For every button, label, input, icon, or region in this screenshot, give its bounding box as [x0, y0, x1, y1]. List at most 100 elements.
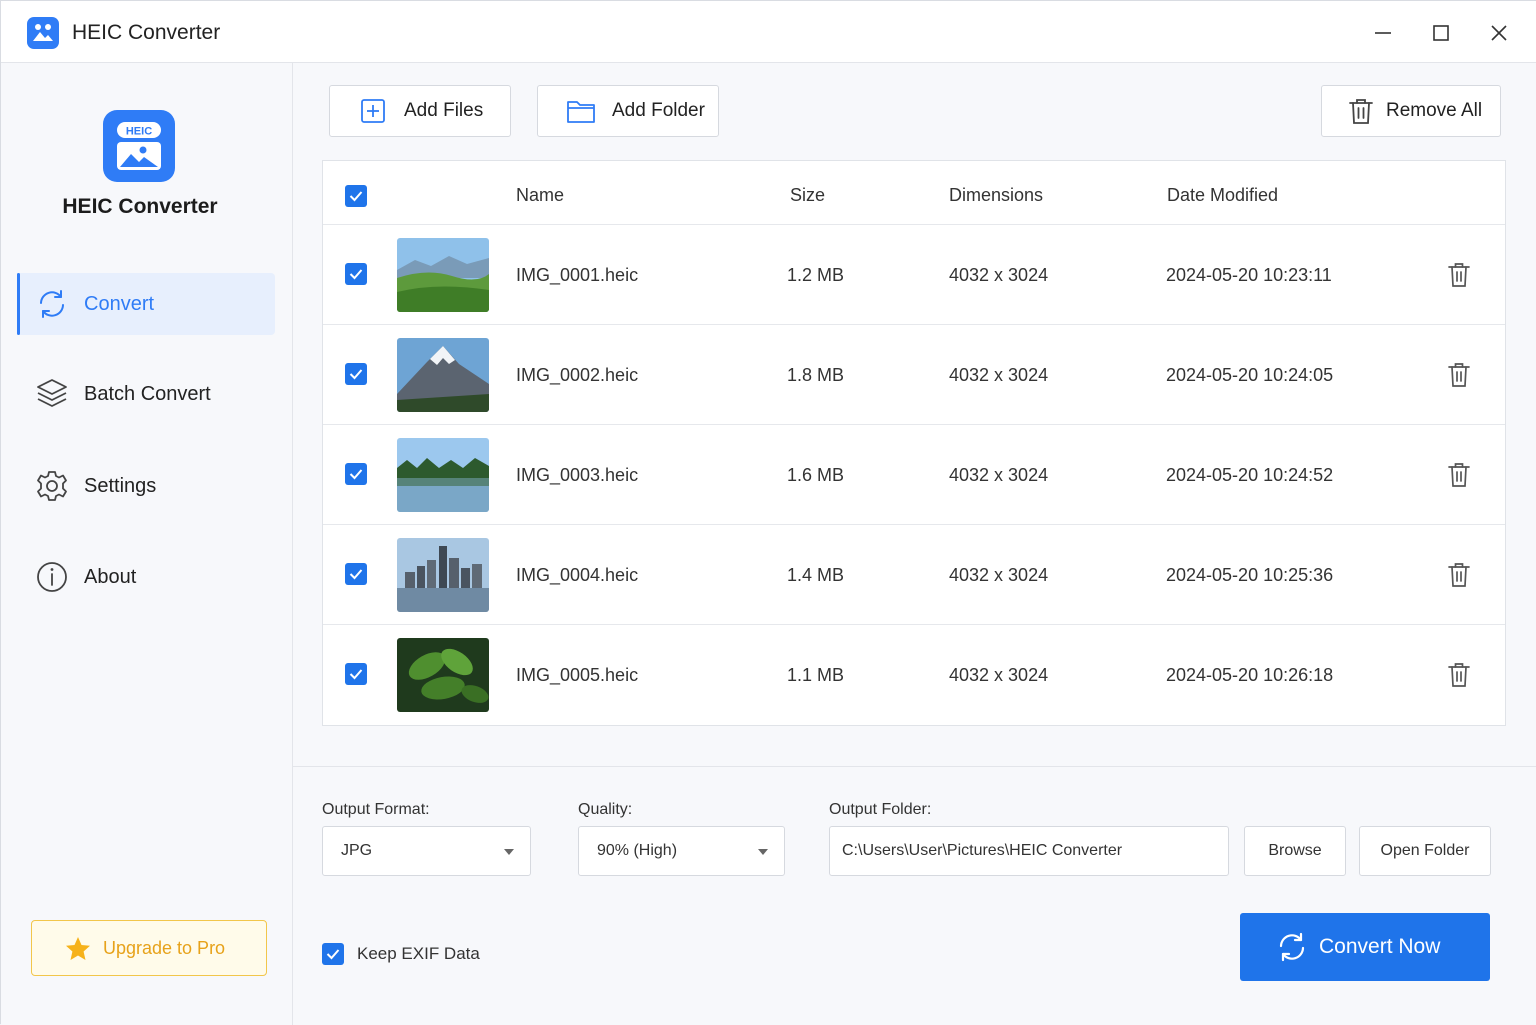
column-dimensions[interactable]: Dimensions [949, 185, 1043, 206]
gear-icon [35, 469, 69, 503]
add-files-label: Add Files [404, 100, 484, 121]
app-window: HEIC Converter HEIC HEIC Converter Conve… [0, 0, 1536, 1025]
row-checkbox[interactable] [345, 663, 367, 685]
file-table: Name Size Dimensions Date Modified IMG_0… [322, 160, 1506, 726]
nav-item-convert[interactable]: Convert [17, 273, 275, 335]
quality-label: Quality: [578, 801, 633, 818]
nav-label-batch-convert: Batch Convert [84, 382, 211, 405]
upgrade-label: Upgrade to Pro [103, 937, 226, 958]
delete-row-icon[interactable] [1444, 460, 1474, 490]
file-dimensions: 4032 x 3024 [949, 565, 1049, 585]
delete-row-icon[interactable] [1444, 260, 1474, 290]
row-checkbox[interactable] [345, 563, 367, 585]
thumbnail-city-skyline [397, 538, 489, 612]
row-checkbox[interactable] [345, 463, 367, 485]
delete-row-icon[interactable] [1444, 360, 1474, 390]
window-title: HEIC Converter [72, 21, 221, 44]
file-dimensions: 4032 x 3024 [949, 265, 1049, 285]
logo-badge-text: HEIC [126, 126, 152, 138]
file-date: 2024-05-20 10:25:36 [1166, 565, 1334, 585]
column-name[interactable]: Name [516, 185, 564, 206]
thumbnail-lake-forest [397, 438, 489, 512]
file-name: IMG_0005.heic [516, 665, 639, 685]
thumbnail-green-leaves [397, 638, 489, 712]
add-file-icon [358, 96, 388, 126]
output-folder-label: Output Folder: [829, 801, 932, 818]
app-logo: HEIC [103, 110, 175, 182]
delete-row-icon[interactable] [1444, 560, 1474, 590]
file-date: 2024-05-20 10:26:18 [1166, 665, 1334, 685]
output-settings-panel: Output Format: JPG Quality: 90% (High) O… [293, 766, 1536, 1025]
nav-label-about: About [84, 565, 137, 588]
nav-label-convert: Convert [84, 292, 155, 315]
convert-now-button[interactable]: Convert Now [1240, 913, 1490, 981]
row-checkbox[interactable] [345, 263, 367, 285]
add-folder-button[interactable]: Add Folder [537, 85, 719, 137]
thumbnail-green-hills [397, 238, 489, 312]
minimize-button[interactable] [1365, 15, 1401, 51]
add-files-button[interactable]: Add Files [329, 85, 511, 137]
file-date: 2024-05-20 10:23:11 [1166, 265, 1332, 285]
output-folder-input[interactable] [829, 826, 1229, 876]
open-folder-button[interactable]: Open Folder [1359, 826, 1491, 876]
title-bar: HEIC Converter [1, 1, 1536, 63]
table-header: Name Size Dimensions Date Modified [323, 161, 1505, 225]
output-format-value: JPG [341, 842, 373, 859]
file-size: 1.1 MB [787, 665, 845, 685]
chevron-down-icon [758, 849, 768, 855]
maximize-button[interactable] [1423, 15, 1459, 51]
select-all-checkbox[interactable] [345, 185, 367, 207]
info-icon [35, 560, 69, 594]
upgrade-to-pro-button[interactable]: Upgrade to Pro [31, 920, 267, 976]
nav-label-settings: Settings [84, 474, 157, 497]
file-dimensions: 4032 x 3024 [949, 365, 1049, 385]
file-size: 1.8 MB [787, 365, 845, 385]
file-size: 1.6 MB [787, 465, 845, 485]
keep-exif-label: Keep EXIF Data [357, 944, 480, 963]
app-name: HEIC Converter [62, 195, 218, 218]
keep-exif-checkbox[interactable] [322, 943, 344, 965]
quality-select[interactable]: 90% (High) [578, 826, 785, 876]
folder-icon [566, 96, 596, 126]
layers-icon [35, 377, 69, 411]
table-row[interactable]: IMG_0003.heic 1.6 MB 4032 x 3024 2024-05… [323, 425, 1505, 525]
file-name: IMG_0002.heic [516, 365, 639, 385]
table-row[interactable]: IMG_0005.heic 1.1 MB 4032 x 3024 2024-05… [323, 625, 1505, 725]
refresh-icon [35, 287, 69, 321]
file-size: 1.4 MB [787, 565, 845, 585]
column-date-modified[interactable]: Date Modified [1167, 185, 1278, 206]
file-size: 1.2 MB [787, 265, 845, 285]
delete-row-icon[interactable] [1444, 660, 1474, 690]
file-date: 2024-05-20 10:24:05 [1166, 365, 1334, 385]
close-button[interactable] [1481, 15, 1517, 51]
quality-value: 90% (High) [597, 842, 678, 859]
table-row[interactable]: IMG_0001.heic 1.2 MB 4032 x 3024 2024-05… [323, 225, 1505, 325]
sidebar: HEIC HEIC Converter Convert Batch Conver… [1, 63, 293, 1025]
remove-all-label: Remove All [1386, 100, 1483, 121]
output-format-select[interactable]: JPG [322, 826, 531, 876]
chevron-down-icon [504, 849, 514, 855]
app-icon [27, 17, 59, 49]
keep-exif-option[interactable]: Keep EXIF Data [322, 943, 480, 965]
table-row[interactable]: IMG_0004.heic 1.4 MB 4032 x 3024 2024-05… [323, 525, 1505, 625]
file-dimensions: 4032 x 3024 [949, 665, 1049, 685]
browse-button[interactable]: Browse [1244, 826, 1346, 876]
nav-item-settings[interactable]: Settings [17, 455, 275, 517]
nav-item-batch-convert[interactable]: Batch Convert [17, 363, 275, 425]
star-icon [64, 935, 92, 968]
nav-item-about[interactable]: About [17, 546, 275, 608]
row-checkbox[interactable] [345, 363, 367, 385]
file-name: IMG_0004.heic [516, 565, 639, 585]
output-format-label: Output Format: [322, 801, 430, 818]
trash-icon [1346, 96, 1376, 126]
remove-all-button[interactable]: Remove All [1321, 85, 1501, 137]
column-size[interactable]: Size [790, 185, 825, 206]
thumbnail-snowy-mountain [397, 338, 489, 412]
add-folder-label: Add Folder [612, 100, 705, 121]
refresh-icon [1276, 931, 1308, 968]
file-name: IMG_0001.heic [516, 265, 639, 285]
main-panel: Add Files Add Folder Remove All Name Siz… [293, 63, 1536, 1025]
table-row[interactable]: IMG_0002.heic 1.8 MB 4032 x 3024 2024-05… [323, 325, 1505, 425]
file-name: IMG_0003.heic [516, 465, 639, 485]
convert-now-label: Convert Now [1319, 935, 1441, 958]
